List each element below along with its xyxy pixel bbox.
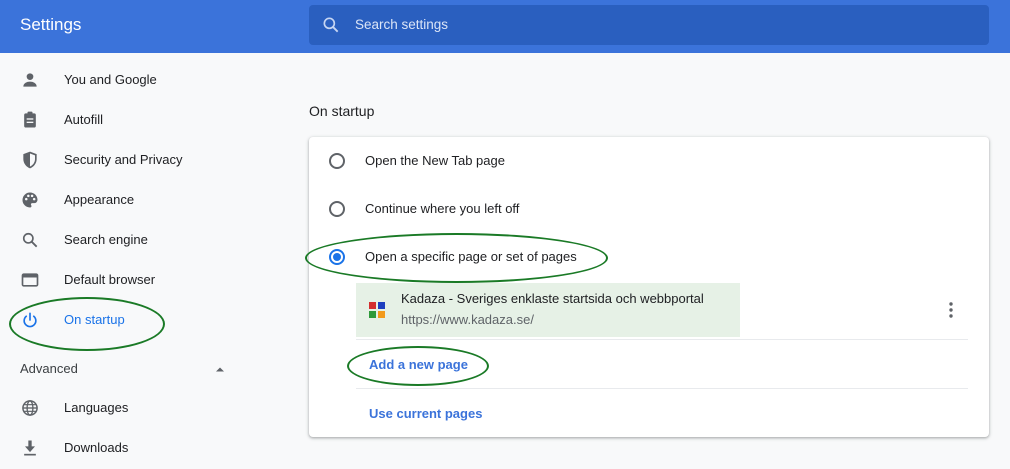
sidebar-item-label: Default browser — [64, 272, 156, 287]
sidebar: You and Google Autofill Security and Pri… — [0, 53, 270, 469]
advanced-section-toggle[interactable]: Advanced — [20, 361, 78, 376]
sidebar-item-label: Search engine — [64, 232, 148, 247]
sidebar-item-appearance[interactable]: Appearance — [0, 180, 270, 220]
sidebar-item-downloads[interactable]: Downloads — [0, 428, 270, 468]
download-icon — [24, 440, 36, 456]
power-icon — [23, 312, 37, 328]
more-vert-icon[interactable] — [945, 300, 957, 320]
divider — [356, 339, 968, 340]
app-header: Settings Search settings — [0, 0, 1010, 53]
startup-option-new-tab[interactable]: Open the New Tab page — [309, 137, 989, 185]
option-label: Continue where you left off — [365, 201, 520, 216]
divider — [356, 388, 968, 389]
sidebar-item-label: Autofill — [64, 112, 104, 127]
option-label: Open a specific page or set of pages — [365, 249, 577, 264]
radio-button[interactable] — [329, 201, 345, 217]
sidebar-item-label: Security and Privacy — [64, 152, 183, 167]
sidebar-item-label: Downloads — [64, 440, 129, 455]
sidebar-item-on-startup[interactable]: On startup — [0, 300, 270, 340]
sidebar-item-label: You and Google — [64, 72, 157, 87]
app-title: Settings — [20, 15, 82, 34]
sidebar-item-label: On startup — [64, 312, 125, 327]
search-input[interactable]: Search settings — [355, 17, 448, 32]
search-bar[interactable]: Search settings — [309, 5, 989, 45]
browser-window-icon — [21, 273, 39, 287]
sidebar-item-security-and-privacy[interactable]: Security and Privacy — [0, 140, 270, 180]
globe-icon — [22, 400, 38, 416]
on-startup-card: Open the New Tab page Continue where you… — [309, 137, 989, 437]
section-title: On startup — [309, 103, 375, 119]
page-title: Kadaza - Sveriges enklaste startsida och… — [401, 291, 704, 306]
kadaza-favicon-icon — [369, 302, 385, 318]
option-label: Open the New Tab page — [365, 153, 505, 168]
use-current-pages-link[interactable]: Use current pages — [369, 406, 482, 421]
startup-page-entry[interactable]: Kadaza - Sveriges enklaste startsida och… — [356, 283, 740, 337]
sidebar-item-you-and-google[interactable]: You and Google — [0, 60, 270, 100]
add-new-page-link[interactable]: Add a new page — [369, 357, 468, 372]
clipboard-icon — [24, 111, 36, 128]
palette-icon — [22, 192, 38, 208]
sidebar-item-languages[interactable]: Languages — [0, 388, 270, 428]
person-icon — [23, 73, 37, 87]
sidebar-item-autofill[interactable]: Autofill — [0, 100, 270, 140]
radio-button-checked[interactable] — [329, 249, 345, 265]
page-url: https://www.kadaza.se/ — [401, 312, 534, 327]
search-icon — [323, 17, 339, 33]
radio-button[interactable] — [329, 153, 345, 169]
sidebar-item-label: Appearance — [64, 192, 135, 207]
sidebar-item-search-engine[interactable]: Search engine — [0, 220, 270, 260]
shield-icon — [23, 151, 37, 169]
search-icon — [22, 232, 38, 248]
startup-option-specific-pages[interactable]: Open a specific page or set of pages — [309, 233, 989, 281]
startup-option-continue[interactable]: Continue where you left off — [309, 185, 989, 233]
sidebar-item-default-browser[interactable]: Default browser — [0, 260, 270, 300]
sidebar-item-label: Languages — [64, 400, 129, 415]
caret-up-icon[interactable] — [214, 365, 226, 373]
